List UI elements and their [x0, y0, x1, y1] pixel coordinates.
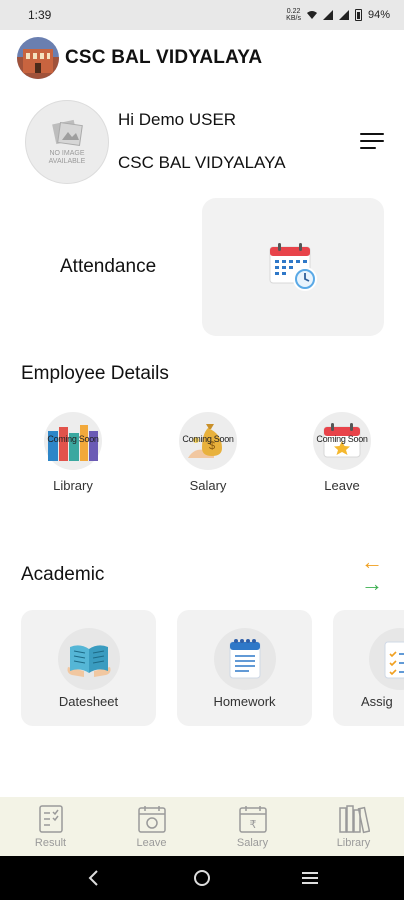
- greeting-text: Hi Demo USER: [118, 110, 237, 129]
- employee-item-library[interactable]: Coming Soon Library: [28, 412, 118, 493]
- school-logo: [17, 37, 59, 79]
- academic-item-homework[interactable]: Homework: [177, 610, 312, 726]
- school-name: CSC BAL VIDYALAYA: [118, 153, 286, 172]
- home-icon[interactable]: [192, 868, 212, 888]
- svg-text:₹: ₹: [249, 818, 256, 831]
- app-title: CSC BAL VIDYALAYA: [65, 47, 263, 68]
- leave-calendar-icon: [137, 806, 166, 833]
- open-book-icon: [67, 645, 110, 677]
- battery-icon: [354, 9, 362, 21]
- employee-item-leave[interactable]: Coming Soon Leave: [297, 412, 387, 493]
- calendar-clock-icon: [269, 243, 317, 291]
- system-navigation-bar: [0, 856, 404, 900]
- coming-soon-badge: Coming Soon: [47, 434, 99, 444]
- coming-soon-badge: Coming Soon: [182, 434, 234, 444]
- employee-item-label: Salary: [189, 478, 227, 493]
- bottom-navigation: Result Leave ₹ Salary Library: [0, 797, 404, 856]
- notepad-icon: [229, 639, 260, 679]
- academic-item-label: Assig: [361, 694, 393, 709]
- coming-soon-badge: Coming Soon: [316, 434, 368, 444]
- attendance-label: Attendance: [60, 256, 157, 277]
- clipboard-icon: [384, 641, 404, 679]
- image-placeholder-icon: [52, 119, 83, 146]
- academic-item-label: Homework: [213, 694, 276, 709]
- academic-item-label: Datesheet: [58, 694, 119, 709]
- nav-item-label: Result: [34, 837, 67, 849]
- library-books-icon: [338, 805, 370, 834]
- recents-icon[interactable]: [300, 868, 320, 888]
- employee-details-title: Employee Details: [21, 363, 169, 384]
- back-icon[interactable]: [84, 868, 104, 888]
- nav-item-leave[interactable]: Leave: [101, 797, 202, 856]
- employee-item-label: Library: [53, 478, 93, 493]
- nav-item-label: Library: [336, 837, 371, 849]
- app-bar: CSC BAL VIDYALAYA: [0, 36, 404, 80]
- battery-percent: 94%: [367, 9, 390, 21]
- nav-item-label: Salary: [236, 837, 269, 849]
- no-image-text: NO IMAGE AVAILABLE: [48, 150, 86, 165]
- academic-scroll-arrows: ← →: [360, 551, 384, 596]
- nav-item-label: Leave: [136, 837, 167, 849]
- result-icon: [38, 805, 63, 833]
- status-bar: 1:39 0.22 KB/s 94%: [0, 0, 404, 30]
- attendance-card[interactable]: [202, 198, 384, 336]
- academic-item-assignment[interactable]: Assig: [333, 610, 404, 726]
- nav-item-salary[interactable]: ₹ Salary: [202, 797, 303, 856]
- signal-icon-2: [338, 10, 349, 20]
- nav-item-library[interactable]: Library: [303, 797, 404, 856]
- profile-avatar[interactable]: NO IMAGE AVAILABLE: [25, 100, 109, 184]
- academic-title: Academic: [21, 564, 105, 585]
- status-time: 1:39: [28, 8, 52, 22]
- employee-item-label: Leave: [324, 478, 360, 493]
- wifi-icon: [306, 11, 317, 19]
- employee-item-salary[interactable]: $ Coming Soon Salary: [163, 412, 253, 493]
- nav-item-result[interactable]: Result: [0, 797, 101, 856]
- arrow-right-icon[interactable]: →: [360, 573, 384, 596]
- network-speed: 0.22 KB/s: [286, 8, 301, 22]
- signal-icon: [322, 10, 333, 20]
- menu-icon[interactable]: [360, 133, 384, 151]
- academic-item-datesheet[interactable]: Datesheet: [21, 610, 156, 726]
- salary-calendar-icon: ₹: [238, 806, 267, 833]
